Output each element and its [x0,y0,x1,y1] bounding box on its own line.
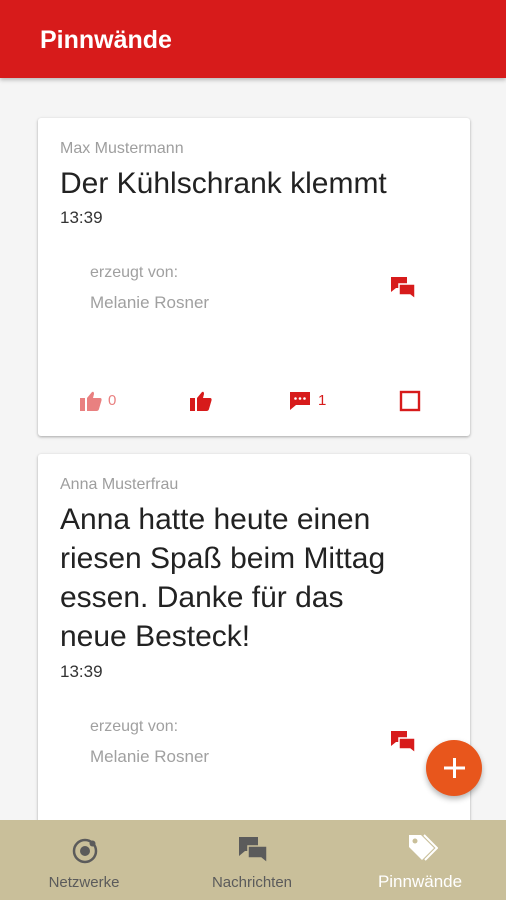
network-icon [72,838,98,864]
nav-item-networks[interactable]: Netzwerke [0,820,168,900]
pinboard-list[interactable]: Max Mustermann Der Kühlschrank klemmt 13… [0,78,506,820]
nav-label: Pinnwände [377,872,463,891]
nav-label: Nachrichten [211,874,293,891]
created-by-label: erzeugt von: [90,264,179,281]
post-time: 13:39 [60,662,103,681]
post-author: Max Mustermann [60,140,184,157]
post-title: Der Kühlschrank klemmt [60,167,387,200]
comment-count: 1 [318,392,327,409]
comments-icon[interactable] [390,276,416,300]
nav-item-pinboards[interactable]: Pinnwände [336,820,504,900]
app-bar: Pinnwände [0,0,506,78]
like-icon[interactable] [79,390,103,412]
nav-item-messages[interactable]: Nachrichten [168,820,336,900]
post-title-line: essen. Danke für das [60,581,344,614]
created-by-label: erzeugt von: [90,718,179,735]
chat-icon [239,837,268,864]
plus-icon [444,758,465,778]
like-count: 0 [108,392,117,409]
post-card[interactable]: Anna Musterfrau Anna hatte heute einen r… [38,454,470,820]
post-title-line: riesen Spaß beim Mittag [60,542,386,575]
page-title: Pinnwände [40,26,172,54]
nav-label: Netzwerke [48,874,120,891]
post-time: 13:39 [60,208,103,227]
thumbs-up-icon[interactable] [189,390,213,412]
post-title-line: Anna hatte heute einen [60,503,371,536]
comments-icon[interactable] [390,730,416,754]
created-by-name: Melanie Rosner [90,747,210,766]
tag-icon [409,834,438,861]
comment-icon[interactable] [288,391,312,411]
bottom-navigation: Netzwerke Nachrichten Pinnwände [0,820,506,900]
post-title-line: neue Besteck! [60,620,251,653]
checkbox-icon[interactable] [399,390,421,412]
post-author: Anna Musterfrau [60,476,179,493]
post-card[interactable]: Max Mustermann Der Kühlschrank klemmt 13… [38,118,470,436]
created-by-name: Melanie Rosner [90,293,210,312]
post-title: Anna hatte heute einen riesen Spaß beim … [60,500,460,656]
add-post-button[interactable] [426,740,482,796]
